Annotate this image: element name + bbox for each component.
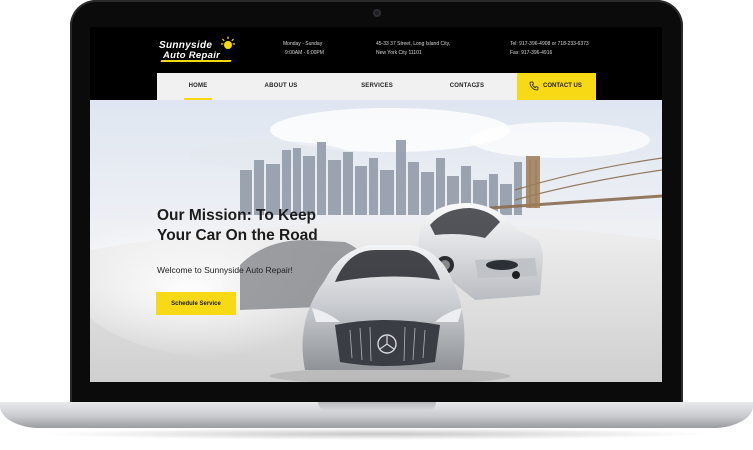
nav-home[interactable]: HOME — [175, 73, 221, 100]
hero-welcome-text: Welcome to Sunnyside Auto Repair! — [157, 265, 293, 275]
hours-days: Monday - Sunday — [283, 41, 323, 47]
laptop-shadow — [40, 428, 713, 440]
laptop-notch — [318, 402, 436, 411]
camera-icon — [373, 9, 381, 17]
phone-numbers[interactable]: Tel: 917-396-4908 or 718-233-6373 — [510, 40, 589, 49]
nav-about-us[interactable]: ABOUT US — [255, 73, 307, 100]
sun-logo-icon — [221, 36, 235, 49]
fax-number: Fax: 917-396-4916 — [510, 49, 553, 56]
logo-swoosh — [160, 60, 232, 62]
hero-headline-line1: Our Mission: To Keep — [157, 207, 317, 224]
site-header: Sunnyside Auto Repair Monday - Sunday 9:… — [90, 27, 662, 73]
schedule-service-button[interactable]: Schedule Service — [156, 292, 236, 315]
website-screen: Sunnyside Auto Repair Monday - Sunday 9:… — [90, 27, 662, 382]
laptop-frame: Sunnyside Auto Repair Monday - Sunday 9:… — [0, 0, 753, 450]
hero-headline-line2: Your Car On the Road — [157, 227, 318, 244]
phone-icon — [529, 81, 539, 91]
address-line1: 45-33 37 Street, Long Island City, — [376, 41, 451, 47]
hero-headline: Our Mission: To Keep Your Car On the Roa… — [157, 206, 357, 246]
hours-time: 9:00AM - 6:00PM — [285, 49, 324, 56]
main-nav: HOME ABOUT US SERVICES CONTACTS CONTACT … — [157, 73, 596, 100]
contact-us-button[interactable]: CONTACT US — [517, 73, 596, 100]
site-logo[interactable]: Sunnyside Auto Repair — [159, 36, 239, 64]
nav-contacts[interactable]: CONTACTS — [437, 73, 497, 100]
business-contacts: Tel: 917-396-4908 or 718-233-6373 Fax: 9… — [510, 40, 589, 57]
contact-us-label: CONTACT US — [543, 83, 582, 89]
hero-section: Our Mission: To Keep Your Car On the Roa… — [90, 100, 662, 382]
business-hours: Monday - Sunday 9:00AM - 6:00PM — [283, 40, 324, 57]
business-address: 45-33 37 Street, Long Island City, New Y… — [376, 40, 450, 57]
nav-services[interactable]: SERVICES — [347, 73, 407, 100]
address-line2: New York City 11101 — [376, 49, 422, 56]
